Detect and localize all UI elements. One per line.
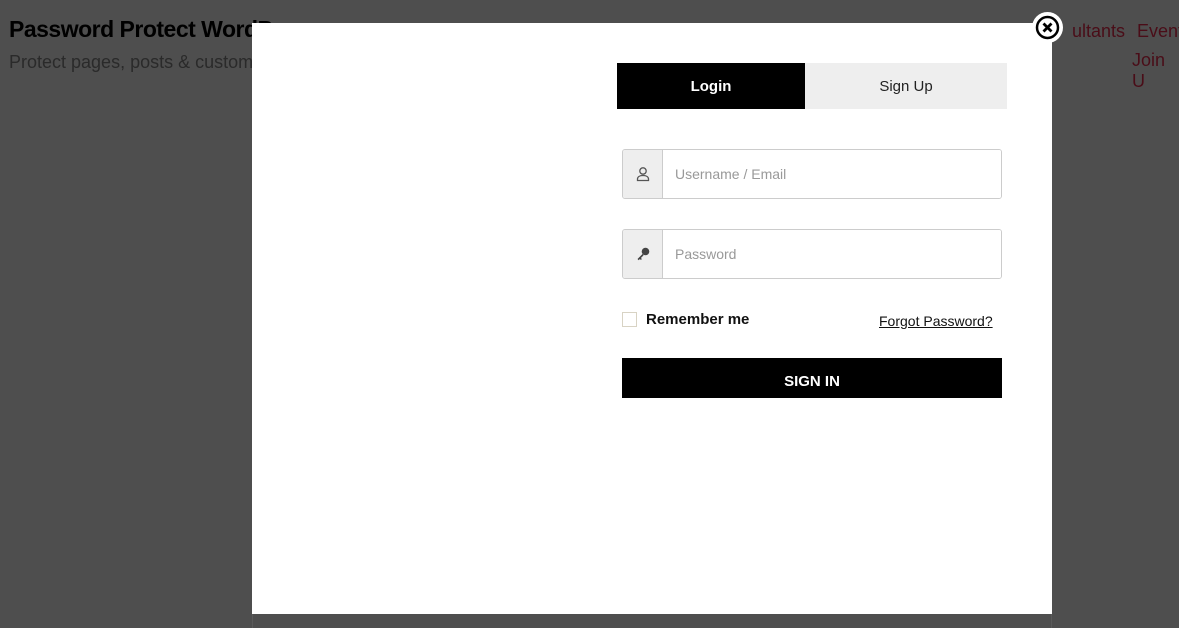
nav-events[interactable]: Event	[1137, 21, 1179, 42]
sign-in-button[interactable]: SIGN IN	[622, 358, 1002, 398]
nav-consultants[interactable]: ultants	[1072, 21, 1125, 42]
username-input[interactable]	[663, 150, 1001, 198]
remember-checkbox[interactable]	[622, 312, 637, 327]
site-title: Password Protect WordP	[9, 16, 273, 42]
auth-tabs: Login Sign Up	[617, 63, 1007, 109]
password-field	[622, 229, 1002, 279]
nav-join-us[interactable]: Join U	[1132, 50, 1179, 92]
site-subtitle: Protect pages, posts & custom	[9, 52, 254, 72]
key-icon	[623, 230, 663, 278]
remember-me[interactable]: Remember me	[622, 311, 749, 328]
modal-shadow	[252, 614, 1052, 628]
password-input[interactable]	[663, 230, 1001, 278]
tab-login[interactable]: Login	[617, 63, 805, 109]
login-modal: Login Sign Up Remember me Forgot Passwor…	[252, 23, 1052, 614]
close-circle-icon	[1035, 15, 1060, 40]
remember-label: Remember me	[646, 311, 750, 328]
tab-sign-up[interactable]: Sign Up	[805, 63, 1007, 109]
username-field	[622, 149, 1002, 199]
user-icon	[623, 150, 663, 198]
close-button[interactable]	[1032, 12, 1063, 43]
forgot-password-link[interactable]: Forgot Password?	[879, 313, 993, 329]
